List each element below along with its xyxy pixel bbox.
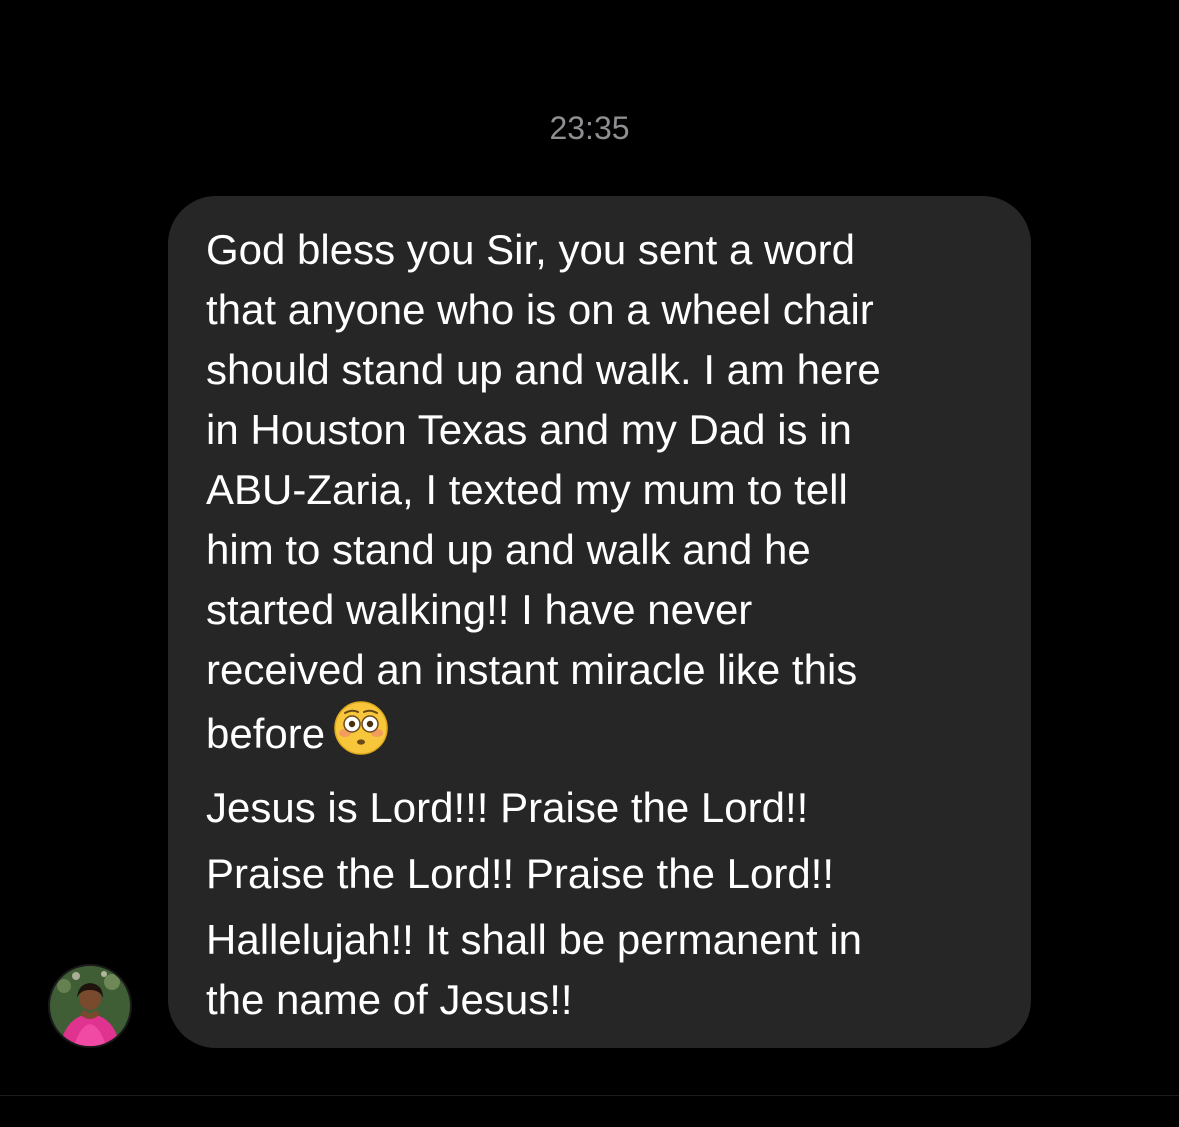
avatar-photo-icon [50, 966, 130, 1046]
message-line: Praise the Lord!! Praise the Lord!! [206, 850, 835, 897]
message-line: started walking!! I have never [206, 586, 753, 633]
message-line: Hallelujah!! It shall be permanent in [206, 916, 863, 963]
message-line: God bless you Sir, you sent a word [206, 226, 856, 273]
message-line: Jesus is Lord!!! Praise the Lord!! [206, 784, 809, 831]
message-line: that anyone who is on a wheel chair [206, 286, 874, 333]
flushed-face-emoji [333, 700, 389, 772]
message-timestamp: 23:35 [549, 110, 630, 146]
message-bubble[interactable]: God bless you Sir, you sent a word that … [168, 196, 1031, 1048]
message-line: received an instant miracle like this [206, 646, 858, 693]
composer-divider [0, 1095, 1179, 1096]
message-line: ABU-Zaria, I texted my mum to tell [206, 466, 848, 513]
message-line: should stand up and walk. I am here [206, 346, 881, 393]
message-line-with-emoji: before [206, 700, 1001, 772]
message-line: the name of Jesus!! [206, 976, 573, 1023]
message-line: in Houston Texas and my Dad is in [206, 406, 852, 453]
message-line: before [206, 710, 326, 757]
message-line: him to stand up and walk and he [206, 526, 811, 573]
sender-avatar[interactable] [48, 964, 132, 1048]
